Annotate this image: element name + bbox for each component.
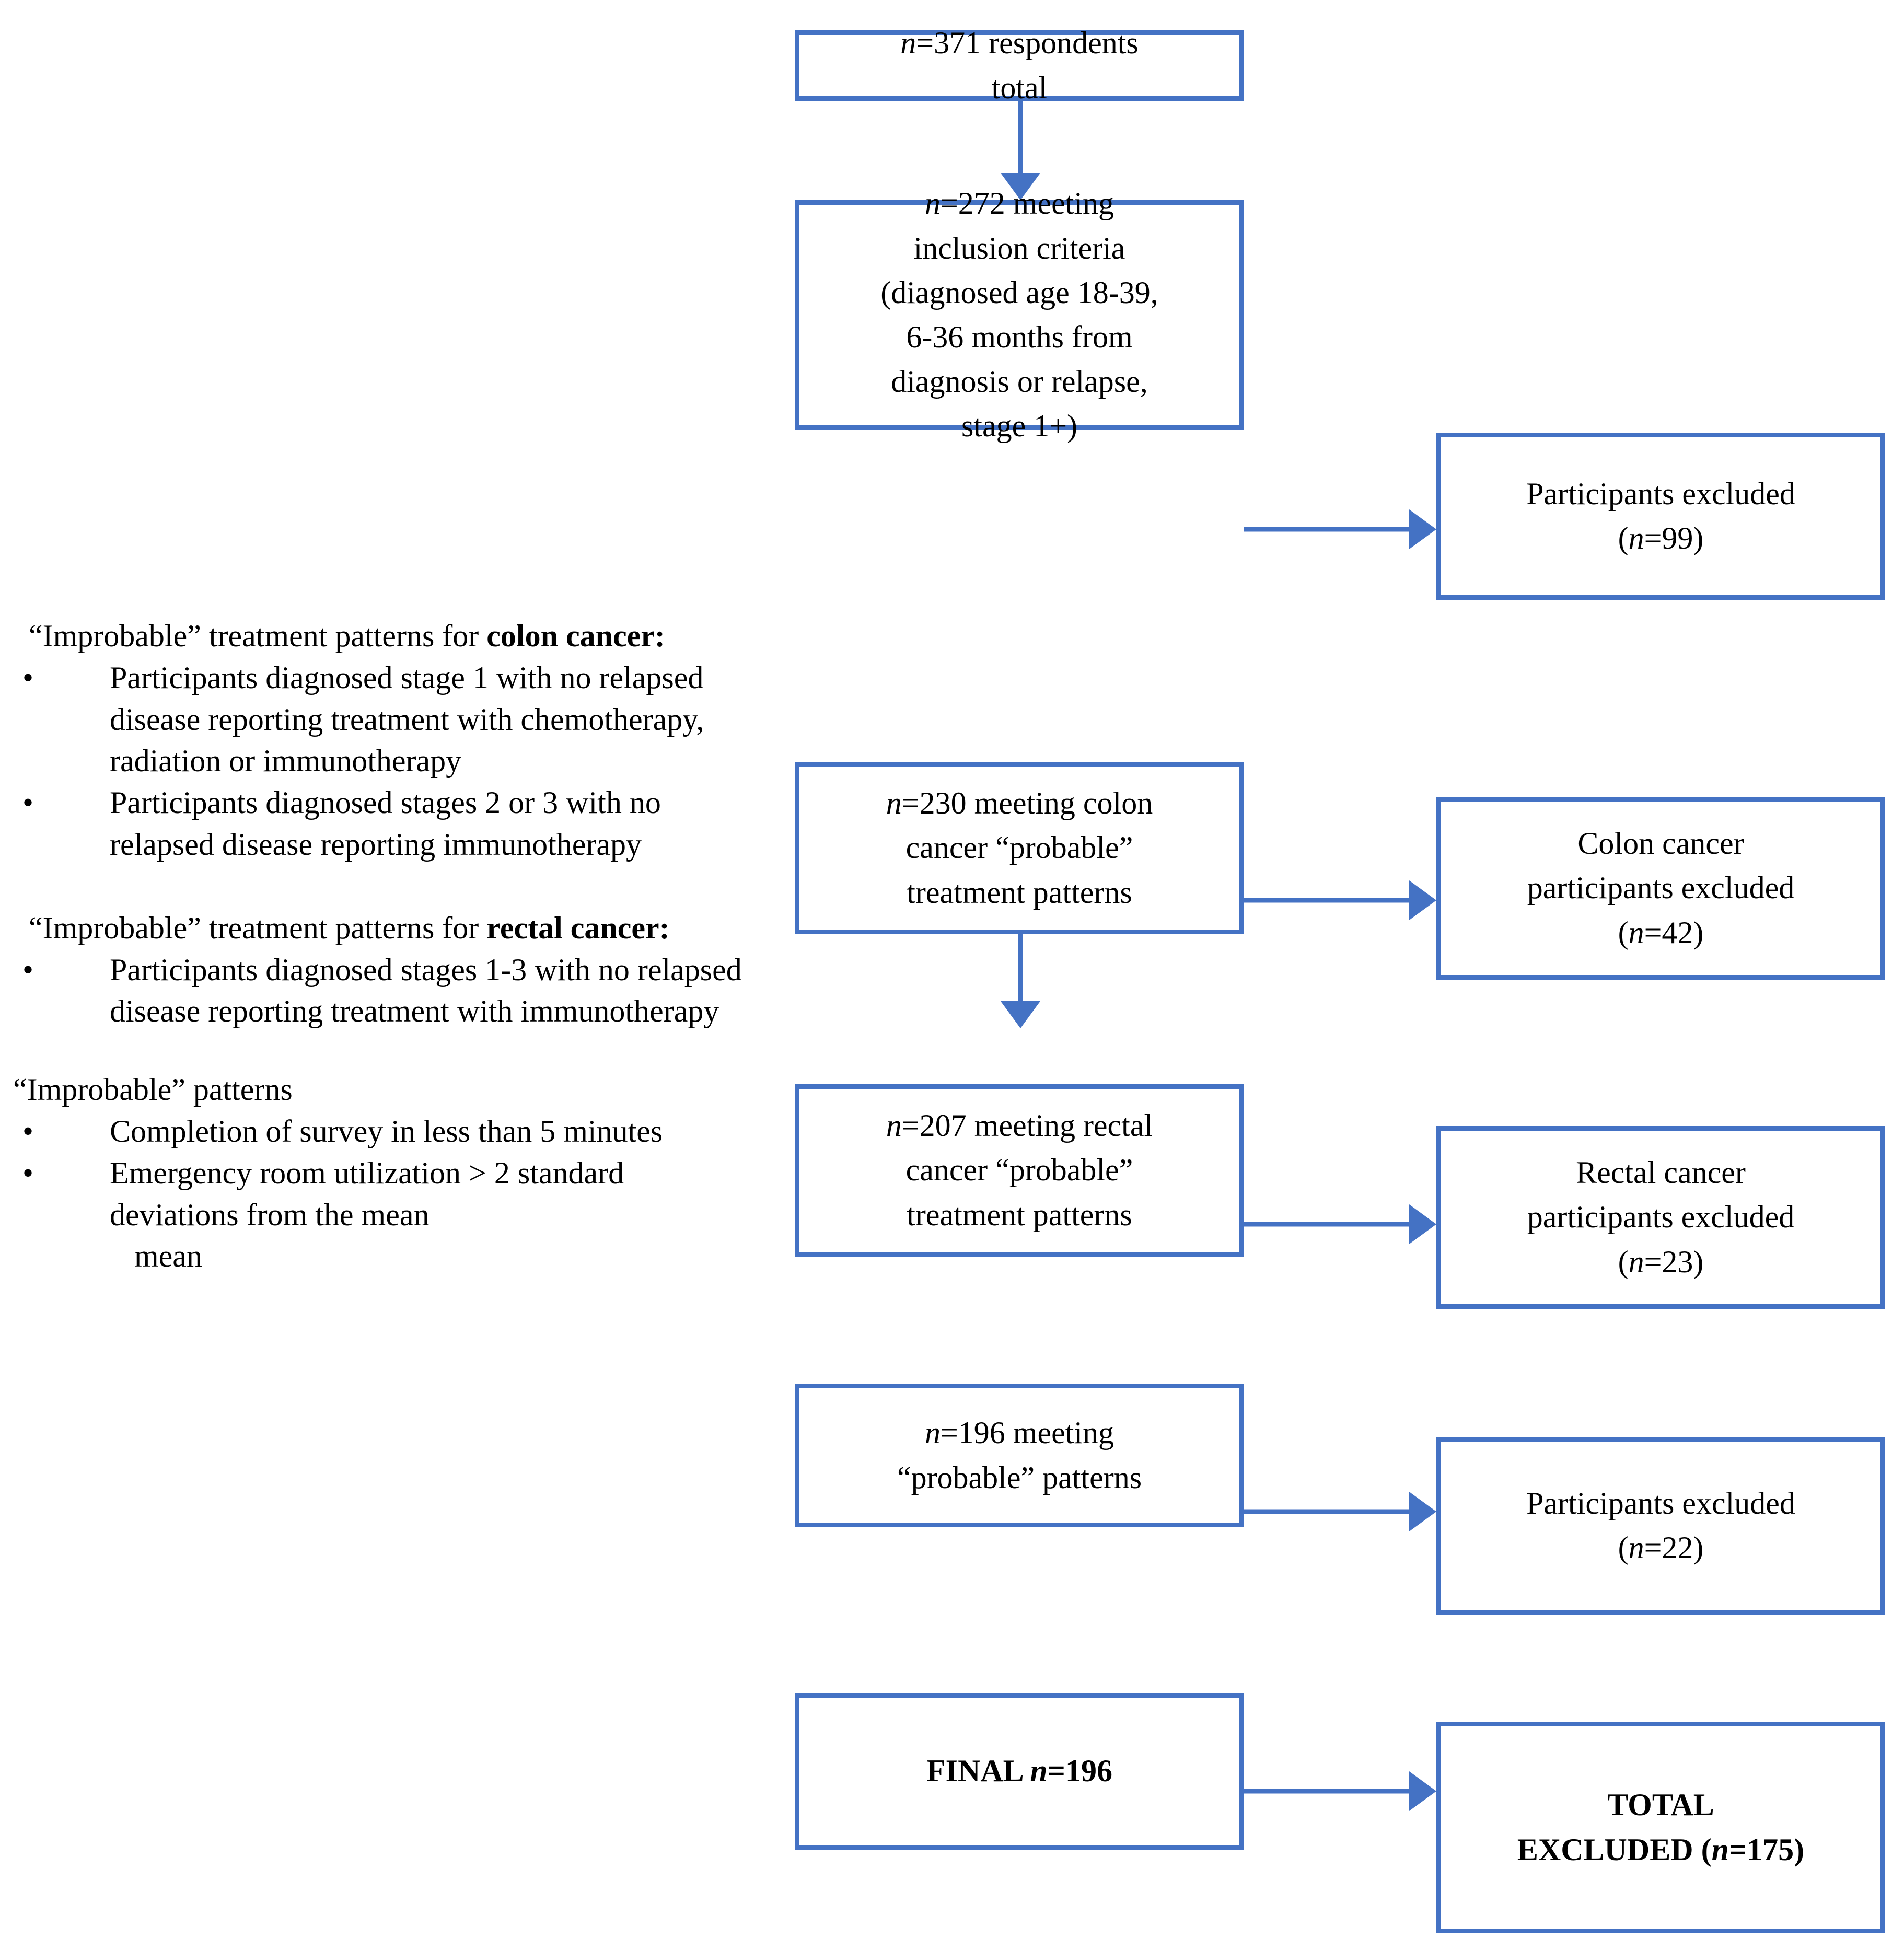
rectal-excluded-subtitle: participants excluded bbox=[1527, 1200, 1795, 1235]
arrow-head-icon bbox=[1409, 509, 1436, 549]
arrow-shaft bbox=[1018, 934, 1023, 1001]
n-symbol: n bbox=[886, 786, 902, 821]
arrow-shaft bbox=[1244, 1509, 1409, 1514]
paren-close: ) bbox=[1693, 1244, 1704, 1279]
rectal-probable-count: =207 meeting rectal bbox=[901, 1108, 1153, 1143]
colon-probable-count: =230 meeting colon bbox=[901, 786, 1153, 821]
probable-patterns-count: =196 meeting bbox=[940, 1415, 1114, 1450]
arrow-colon-to-rectal bbox=[1001, 934, 1040, 1028]
colon-excluded-title: Colon cancer bbox=[1577, 826, 1744, 861]
total-excluded-count: =175 bbox=[1728, 1832, 1794, 1867]
n-symbol: n bbox=[1628, 521, 1644, 555]
arrow-shaft bbox=[1244, 1789, 1409, 1794]
arrow-shaft bbox=[1018, 101, 1023, 173]
arrow-probable-to-excluded-22 bbox=[1244, 1492, 1436, 1531]
paren-close: ) bbox=[1693, 521, 1704, 555]
n-symbol: n bbox=[900, 26, 916, 61]
flow-node-rectal-probable: n=207 meeting rectal cancer “probable” tr… bbox=[795, 1084, 1244, 1257]
final-count: =196 bbox=[1047, 1754, 1112, 1789]
arrow-head-icon bbox=[1409, 1492, 1436, 1531]
flow-node-respondents-total: n=371 respondents total bbox=[795, 26, 1244, 105]
arrow-inclusion-to-excluded-99 bbox=[1244, 509, 1436, 549]
n-symbol: n bbox=[1711, 1832, 1729, 1867]
respondents-total-label: total bbox=[991, 70, 1048, 105]
arrow-head-icon bbox=[1409, 880, 1436, 920]
flow-node-rectal-excluded-23-text: Rectal cancer participants excluded (n=23) bbox=[1516, 1151, 1806, 1284]
colon-probable-detail: cancer “probable” treatment patterns bbox=[905, 830, 1133, 910]
arrow-head-icon bbox=[1001, 1001, 1040, 1028]
arrow-shaft bbox=[1244, 898, 1409, 903]
flow-node-respondents-total-text: n=371 respondents total bbox=[889, 21, 1150, 110]
n-symbol: n bbox=[886, 1108, 902, 1143]
flow-node-final-text: FINAL n=196 bbox=[915, 1749, 1124, 1793]
total-excluded-prefix: EXCLUDED ( bbox=[1517, 1832, 1712, 1867]
paren-close: ) bbox=[1693, 1530, 1704, 1565]
flow-node-colon-excluded-42: Colon cancer participants excluded (n=42) bbox=[1436, 797, 1885, 980]
arrow-shaft bbox=[1244, 1222, 1409, 1227]
rectal-probable-detail: cancer “probable” treatment patterns bbox=[905, 1153, 1133, 1232]
arrow-head-icon bbox=[1409, 1204, 1436, 1244]
n-symbol: n bbox=[1030, 1754, 1048, 1789]
n-symbol: n bbox=[1628, 915, 1644, 950]
arrow-shaft bbox=[1244, 527, 1409, 532]
flow-node-rectal-excluded-23: Rectal cancer participants excluded (n=23) bbox=[1436, 1126, 1885, 1309]
arrow-final-to-total-excluded bbox=[1244, 1771, 1436, 1811]
paren-open: ( bbox=[1618, 521, 1629, 555]
respondents-count: =371 respondents bbox=[916, 26, 1139, 61]
final-prefix: FINAL bbox=[926, 1754, 1030, 1789]
rectal-excluded-count: =23 bbox=[1644, 1244, 1693, 1279]
paren-open: ( bbox=[1618, 915, 1629, 950]
flow-node-inclusion-criteria-text: n=272 meeting inclusion criteria (diagnos… bbox=[869, 181, 1170, 448]
excluded-label: Participants excluded bbox=[1526, 476, 1795, 511]
colon-excluded-count: =42 bbox=[1644, 915, 1693, 950]
colon-excluded-subtitle: participants excluded bbox=[1527, 870, 1795, 906]
flow-node-rectal-probable-text: n=207 meeting rectal cancer “probable” tr… bbox=[875, 1104, 1164, 1237]
flow-node-colon-excluded-42-text: Colon cancer participants excluded (n=42) bbox=[1516, 821, 1806, 955]
inclusion-criteria-detail: inclusion criteria (diagnosed age 18-39,… bbox=[880, 230, 1158, 444]
arrow-rectal-to-rectal-excluded bbox=[1244, 1204, 1436, 1244]
excluded-count: =22 bbox=[1644, 1530, 1693, 1565]
flow-node-excluded-99: Participants excluded (n=99) bbox=[1436, 433, 1885, 600]
paren-open: ( bbox=[1618, 1530, 1629, 1565]
flow-node-probable-patterns: n=196 meeting “probable” patterns bbox=[795, 1384, 1244, 1527]
arrow-colon-to-colon-excluded bbox=[1244, 880, 1436, 920]
arrow-head-icon bbox=[1409, 1771, 1436, 1811]
excluded-count: =99 bbox=[1644, 521, 1693, 555]
n-symbol: n bbox=[924, 186, 941, 221]
total-excluded-title: TOTAL bbox=[1607, 1788, 1714, 1823]
flow-node-final: FINAL n=196 bbox=[795, 1693, 1244, 1850]
flow-node-total-excluded-175-text: TOTAL EXCLUDED (n=175) bbox=[1506, 1783, 1816, 1872]
excluded-label: Participants excluded bbox=[1526, 1485, 1795, 1520]
probable-patterns-detail: “probable” patterns bbox=[897, 1460, 1142, 1495]
flow-node-excluded-22: Participants excluded (n=22) bbox=[1436, 1437, 1885, 1615]
total-excluded-suffix: ) bbox=[1794, 1832, 1805, 1867]
flow-node-total-excluded-175: TOTAL EXCLUDED (n=175) bbox=[1436, 1722, 1885, 1933]
flow-node-colon-probable: n=230 meeting colon cancer “probable” tre… bbox=[795, 762, 1244, 934]
flow-node-colon-probable-text: n=230 meeting colon cancer “probable” tre… bbox=[875, 781, 1164, 915]
rectal-excluded-title: Rectal cancer bbox=[1576, 1155, 1746, 1190]
flow-node-probable-patterns-text: n=196 meeting “probable” patterns bbox=[886, 1411, 1153, 1500]
flow-node-excluded-22-text: Participants excluded (n=22) bbox=[1515, 1481, 1807, 1570]
n-symbol: n bbox=[1628, 1244, 1644, 1279]
n-symbol: n bbox=[924, 1415, 941, 1450]
inclusion-count: =272 meeting bbox=[940, 186, 1114, 221]
n-symbol: n bbox=[1628, 1530, 1644, 1565]
paren-close: ) bbox=[1693, 915, 1704, 950]
flow-node-excluded-99-text: Participants excluded (n=99) bbox=[1515, 472, 1807, 561]
participant-flow-diagram: n=371 respondents total n=272 meeting incl… bbox=[0, 0, 1904, 1950]
flow-node-inclusion-criteria: n=272 meeting inclusion criteria (diagnos… bbox=[795, 186, 1244, 443]
paren-open: ( bbox=[1618, 1244, 1629, 1279]
